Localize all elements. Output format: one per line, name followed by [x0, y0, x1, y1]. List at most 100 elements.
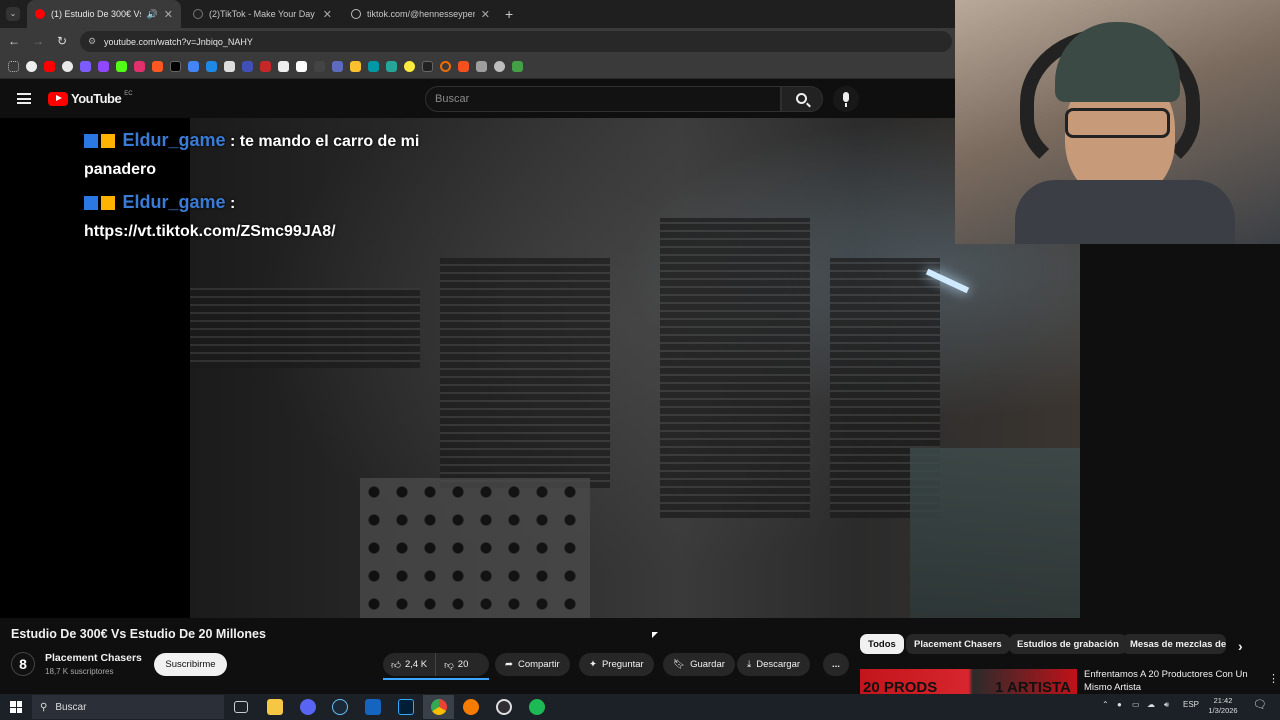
bookmark-fire-icon[interactable]: [458, 61, 469, 72]
forward-icon[interactable]: →: [30, 33, 46, 49]
address-bar[interactable]: ⚙ youtube.com/watch?v=Jnbiqo_NAHY: [80, 31, 952, 52]
chip-channel[interactable]: Placement Chasers: [906, 634, 1010, 654]
tab-youtube[interactable]: (1) Estudio De 300€ Vs Estu 🔊 ✕: [27, 0, 181, 28]
share-button[interactable]: ➦ Compartir: [495, 653, 570, 676]
back-icon[interactable]: ←: [6, 33, 22, 49]
bookmark-orange-icon[interactable]: [152, 61, 163, 72]
reload-icon[interactable]: ↻: [54, 33, 70, 49]
subscribe-button[interactable]: Suscribirme: [154, 653, 227, 676]
thumbs-up-icon: 👍︎: [391, 659, 401, 671]
tray-chevron-icon[interactable]: ⌃: [1102, 700, 1109, 709]
apps-grid-icon[interactable]: [8, 61, 19, 72]
more-actions-button[interactable]: ...: [823, 653, 849, 676]
bookmark-x-icon[interactable]: [170, 61, 181, 72]
chat-username: Eldur_game: [122, 192, 226, 212]
bookmark-instagram-icon[interactable]: [134, 61, 145, 72]
bookmark-teal-icon[interactable]: [386, 61, 397, 72]
mic-tray-icon[interactable]: ●: [1117, 700, 1122, 709]
like-count: 2,4 K: [404, 659, 428, 670]
crown-badge-icon: [101, 134, 115, 148]
clock[interactable]: 21:42 1/3/2026: [1205, 696, 1241, 716]
url-text: youtube.com/watch?v=Jnbiqo_NAHY: [104, 36, 253, 47]
tab-search-button[interactable]: ⌄: [6, 7, 20, 21]
like-button[interactable]: 👍︎ 2,4 K: [383, 653, 437, 676]
bookmark-twitch-icon[interactable]: [98, 61, 109, 72]
bookmark-purple-icon[interactable]: [80, 61, 91, 72]
bookmark-ring-icon[interactable]: [440, 61, 451, 72]
equipment-rack: [440, 258, 610, 488]
equipment-rack: [190, 288, 420, 368]
channel-avatar[interactable]: 8: [11, 652, 35, 676]
recommended-thumbnail[interactable]: 20 PRODS 1 ARTISTA: [860, 669, 1077, 694]
bookmark-red-icon[interactable]: [260, 61, 271, 72]
search-button[interactable]: [781, 86, 823, 112]
steam-icon[interactable]: [332, 699, 348, 715]
recommended-title[interactable]: Enfrentamos A 20 Productores Con Un Mism…: [1084, 668, 1264, 694]
like-underline: [383, 678, 489, 680]
discord-icon[interactable]: [300, 699, 316, 715]
menu-icon[interactable]: [17, 93, 31, 104]
close-icon[interactable]: ✕: [481, 8, 490, 21]
fl-studio-icon[interactable]: [463, 699, 479, 715]
ask-button[interactable]: ✦ Preguntar: [579, 653, 654, 676]
bookmark-grid-icon[interactable]: [332, 61, 343, 72]
chip-todos[interactable]: Todos: [860, 634, 904, 654]
kebab-menu-icon[interactable]: ⋮: [1268, 672, 1279, 685]
obs-icon[interactable]: [496, 699, 512, 715]
file-explorer-icon[interactable]: [267, 699, 283, 715]
bookmark-netflix-icon[interactable]: [62, 61, 73, 72]
task-view-icon[interactable]: [234, 701, 248, 713]
bookmark-translate-icon[interactable]: [188, 61, 199, 72]
streamer-shirt: [1015, 180, 1235, 244]
dislike-button[interactable]: 👎︎ 20: [436, 653, 476, 676]
bookmark-dark-icon[interactable]: [422, 61, 433, 72]
download-button[interactable]: ⤓ Descargar: [737, 653, 811, 676]
chevron-right-icon[interactable]: ›: [1238, 638, 1243, 654]
chip-mixers[interactable]: Mesas de mezclas de: [1122, 634, 1226, 654]
photoshop-icon[interactable]: [398, 699, 414, 715]
new-tab-button[interactable]: +: [505, 6, 513, 22]
bookmark-stack-icon[interactable]: [224, 61, 235, 72]
search-input[interactable]: Buscar: [425, 86, 781, 112]
bookmark-kick-icon[interactable]: [116, 61, 127, 72]
chip-studios[interactable]: Estudios de grabación: [1009, 634, 1127, 654]
bookmark-target-icon[interactable]: [494, 61, 505, 72]
search-placeholder: Buscar: [435, 93, 470, 105]
youtube-logo[interactable]: YouTube EC: [48, 91, 133, 106]
bookmark-green-icon[interactable]: [512, 61, 523, 72]
notifications-icon[interactable]: 🗨︎: [1253, 698, 1267, 711]
bookmark-circle-icon[interactable]: [404, 61, 415, 72]
clock-date: 1/3/2026: [1208, 706, 1238, 715]
dislike-count: 20: [457, 659, 469, 670]
microphone-icon[interactable]: [833, 86, 859, 112]
close-icon[interactable]: ✕: [323, 8, 332, 21]
webcam-overlay: [955, 0, 1280, 244]
save-button[interactable]: 🔖︎ Guardar: [663, 653, 735, 676]
bookmark-cyan-icon[interactable]: [368, 61, 379, 72]
chrome-icon[interactable]: [431, 699, 447, 715]
windows-start-icon[interactable]: [10, 701, 22, 713]
spotify-icon[interactable]: [529, 699, 545, 715]
close-icon[interactable]: ✕: [164, 8, 173, 21]
tab-tiktok[interactable]: (2)TikTok - Make Your Day ✕: [185, 0, 340, 28]
cloud-tray-icon[interactable]: ☁: [1147, 700, 1155, 709]
vegas-icon[interactable]: [365, 699, 381, 715]
video-player[interactable]: Eldur_game : te mando el carro de mi pan…: [0, 118, 1080, 618]
volume-icon[interactable]: 🔊︎: [1164, 700, 1169, 710]
taskbar-search[interactable]: ⚲ Buscar: [32, 695, 224, 719]
bookmark-notion-icon[interactable]: [296, 61, 307, 72]
site-info-icon[interactable]: ⚙: [88, 36, 96, 47]
language-indicator[interactable]: ESP: [1183, 700, 1199, 709]
bookmark-yellow-icon[interactable]: [350, 61, 361, 72]
bookmark-youtube-icon[interactable]: [44, 61, 55, 72]
channel-name[interactable]: Placement Chasers: [45, 652, 142, 664]
tab-tiktok-profile[interactable]: tiktok.com/@hennesseyperfor ✕: [343, 0, 498, 28]
bookmark-doc-icon[interactable]: [278, 61, 289, 72]
bookmark-grey-icon[interactable]: [476, 61, 487, 72]
display-tray-icon[interactable]: ▭: [1132, 700, 1140, 709]
bookmark-google-icon[interactable]: [26, 61, 37, 72]
bookmark-drive-icon[interactable]: [242, 61, 253, 72]
bookmark-blue-icon[interactable]: [206, 61, 217, 72]
bookmark-af-icon[interactable]: [314, 61, 325, 72]
thumbnail-text: 1 ARTISTA: [995, 679, 1071, 694]
